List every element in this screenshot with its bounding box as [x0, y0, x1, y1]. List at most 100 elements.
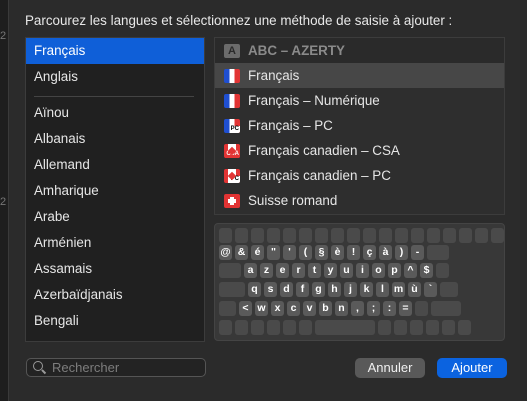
keyboard-key: '	[283, 245, 296, 260]
keyboard-key: )	[395, 245, 408, 260]
language-item[interactable]: Arabe	[26, 204, 204, 230]
keyboard-key	[363, 228, 376, 243]
keyboard-key: ^	[404, 263, 417, 278]
keyboard-key: p	[388, 263, 401, 278]
layout-tag: PC	[229, 125, 240, 133]
keyboard-row: < w x c v b n,;: =	[219, 301, 500, 318]
keyboard-key: v	[303, 301, 316, 316]
keyboard-key: u	[340, 263, 353, 278]
keyboard-key	[235, 228, 248, 243]
keyboard-key	[442, 320, 455, 335]
keyboard-key	[395, 228, 408, 243]
keyboard-key: ,	[351, 301, 364, 316]
keyboard-key	[458, 320, 471, 335]
keyboard-key	[331, 228, 344, 243]
language-item[interactable]: Aïnou	[26, 100, 204, 126]
keyboard-key: z	[260, 263, 273, 278]
keyboard-key: j	[344, 282, 357, 297]
flag-ch-icon	[224, 193, 240, 208]
keyboard-key: `	[424, 282, 437, 297]
keyboard-key	[315, 320, 375, 335]
search-icon	[33, 361, 46, 374]
input-method-list[interactable]: A ABC – AZERTY Français Français – Numéri…	[214, 37, 505, 215]
keyboard-key	[219, 228, 232, 243]
language-item[interactable]: Biélorusse	[26, 334, 204, 341]
keyboard-key	[299, 228, 312, 243]
background-glyph: 2	[0, 30, 7, 42]
keyboard-key	[283, 320, 296, 335]
language-item[interactable]: Arménien	[26, 230, 204, 256]
keyboard-key: (	[299, 245, 312, 260]
keyboard-key: =	[399, 301, 412, 316]
keyboard-key: l	[376, 282, 389, 297]
keyboard-key: è	[331, 245, 344, 260]
input-method-item[interactable]: PC Français – PC	[215, 113, 504, 138]
language-item[interactable]: Français	[26, 38, 204, 64]
keyboard-key	[299, 320, 312, 335]
keyboard-key: r	[292, 263, 305, 278]
input-method-label: Français canadien – CSA	[248, 143, 400, 158]
input-method-label: Suisse romand	[248, 193, 338, 208]
language-item[interactable]: Amharique	[26, 178, 204, 204]
keyboard-key: &	[235, 245, 248, 260]
language-item[interactable]: Anglais	[26, 64, 204, 90]
search-input[interactable]	[52, 360, 202, 375]
add-button[interactable]: Ajouter	[437, 358, 507, 378]
keyboard-key: ù	[408, 282, 421, 297]
keyboard-key	[411, 228, 424, 243]
keyboard-key	[251, 320, 264, 335]
language-item[interactable]: Assamais	[26, 256, 204, 282]
keyboard-preview: @ & é " '(§ è! ç à) - a z e r t y u i o p ^ $ q s d f g h j k l m ù ` < w x…	[214, 223, 505, 341]
keyboard-key: §	[315, 245, 328, 260]
keyboard-key: f	[296, 282, 309, 297]
keyboard-key: @	[219, 245, 232, 260]
layout-tag: CSA	[225, 150, 240, 158]
keyboard-key: c	[287, 301, 300, 316]
background-glyph: 2	[0, 196, 7, 208]
keyboard-row	[219, 320, 500, 337]
keyboard-key: ç	[363, 245, 376, 260]
language-item[interactable]: Albanais	[26, 126, 204, 152]
keyboard-key: m	[392, 282, 405, 297]
input-method-item[interactable]: Français	[215, 63, 504, 88]
keyboard-key	[219, 282, 245, 297]
keyboard-key: ;	[367, 301, 380, 316]
input-method-item[interactable]: CSA Français canadien – CSA	[215, 138, 504, 163]
input-method-item[interactable]: PC Français canadien – PC	[215, 163, 504, 188]
keyboard-key: $	[420, 263, 433, 278]
input-method-item[interactable]: Suisse romand	[215, 188, 504, 213]
keyboard-key	[427, 245, 449, 260]
keyboard-key: i	[356, 263, 369, 278]
input-method-item[interactable]: Français – Numérique	[215, 88, 504, 113]
cancel-button[interactable]: Annuler	[355, 358, 425, 378]
keyboard-key: <	[239, 301, 252, 316]
keyboard-key	[315, 228, 328, 243]
keyboard-key	[431, 301, 461, 316]
keyboard-key	[427, 228, 440, 243]
keyboard-key: x	[271, 301, 284, 316]
keyboard-row	[219, 228, 504, 245]
language-item[interactable]: Bengali	[26, 308, 204, 334]
language-item[interactable]: Azerbaïdjanais	[26, 282, 204, 308]
flag-fr-icon: PC	[224, 118, 240, 133]
abc-keyboard-icon: A	[224, 43, 240, 58]
keyboard-key	[267, 228, 280, 243]
input-method-label: Français canadien – PC	[248, 168, 391, 183]
keyboard-key: y	[324, 263, 337, 278]
keyboard-key	[251, 228, 264, 243]
keyboard-key	[394, 320, 407, 335]
language-list[interactable]: Français Anglais Aïnou Albanais Allemand Amha…	[25, 37, 205, 342]
keyboard-key	[440, 282, 458, 297]
keyboard-key	[475, 228, 488, 243]
keyboard-key: b	[319, 301, 332, 316]
keyboard-key	[219, 320, 232, 335]
keyboard-key	[283, 228, 296, 243]
language-item[interactable]: Allemand	[26, 152, 204, 178]
keyboard-key	[436, 263, 449, 278]
keyboard-key	[491, 228, 504, 243]
search-field[interactable]	[26, 358, 206, 377]
keyboard-key: g	[312, 282, 325, 297]
keyboard-key	[410, 320, 423, 335]
keyboard-key: o	[372, 263, 385, 278]
flag-fr-icon	[224, 68, 240, 83]
